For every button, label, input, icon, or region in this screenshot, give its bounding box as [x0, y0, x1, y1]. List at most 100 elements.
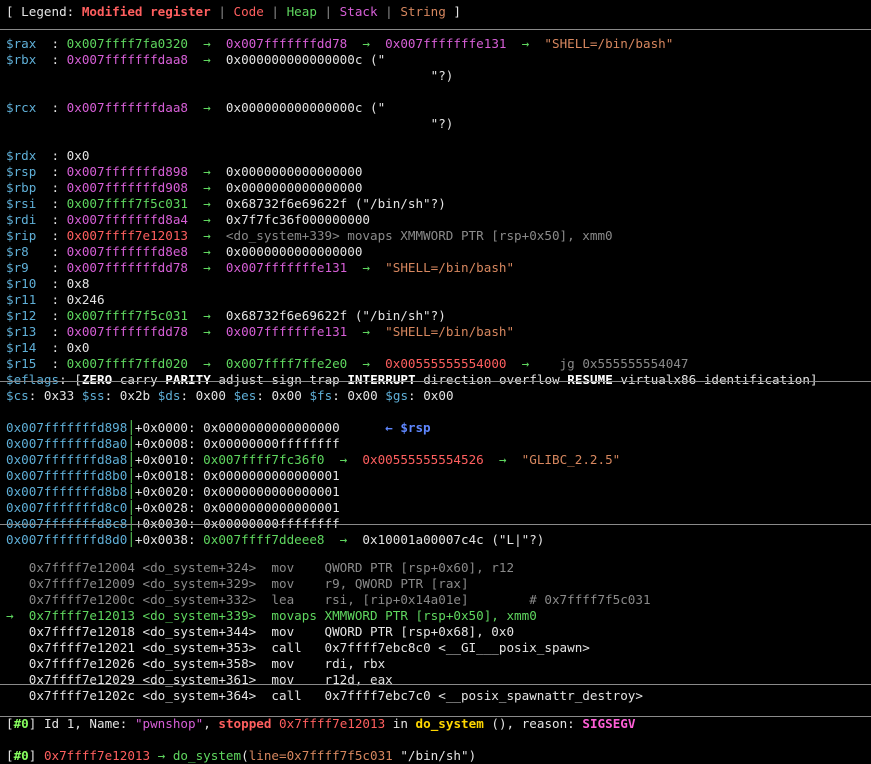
register-name: $rdx — [6, 148, 52, 163]
register-name: $rip — [6, 228, 52, 243]
chain-value: "GLIBC_2.2.5" — [521, 452, 621, 467]
stack-row: 0x007fffffffd8b8│+0x0020: 0x000000000000… — [6, 484, 871, 500]
instruction-mnemonic: lea — [271, 592, 325, 607]
stack-divider: │ — [127, 468, 135, 483]
arrow-icon: → — [347, 324, 386, 339]
gutter — [6, 688, 29, 703]
segment-name: $es — [233, 388, 257, 403]
stack-address: 0x007fffffffd8b0 — [6, 468, 128, 483]
stack-offset: +0x0000 — [134, 420, 188, 435]
register-r8: $r8 : 0x007fffffffd8e8 → 0x0000000000000… — [6, 244, 871, 260]
register-rax: $rax : 0x007ffff7fa0320 → 0x007fffffffdd… — [6, 36, 871, 52]
instruction-operands: rdi, rbx — [324, 656, 386, 671]
chain-value: "SHELL=/bin/bash" — [544, 36, 674, 51]
arrow-icon: → — [188, 324, 226, 339]
instruction-address: 0x7ffff7e1202c — [28, 688, 135, 703]
chain-value: 0x007ffff7fa0320 — [66, 36, 188, 51]
segment-value: 0x33 — [43, 388, 75, 403]
punct: : — [188, 452, 204, 467]
register-r13: $r13 : 0x007fffffffdd78 → 0x007fffffffe1… — [6, 324, 871, 340]
register-name: $rbx — [6, 52, 52, 67]
register-name: $r15 — [6, 356, 52, 371]
register-name: $r14 — [6, 340, 52, 355]
register-name: $rsi — [6, 196, 52, 211]
eflags-label: $eflags — [6, 372, 60, 387]
threads-line: [#0] Id 1, Name: "pwnshop", stopped 0x7f… — [6, 716, 636, 731]
segment-value: 0x00 — [347, 388, 378, 403]
punct: : — [188, 484, 204, 499]
punct: : — [256, 388, 272, 403]
gutter — [6, 560, 29, 575]
separator: : — [51, 324, 67, 339]
legend-line: [ Legend: Modified register | Code | Hea… — [6, 4, 462, 19]
gutter — [6, 640, 29, 655]
chain-value: 0x0000000000000000 — [203, 420, 340, 435]
gdb-terminal: [ Legend: Modified register | Code | Hea… — [0, 0, 871, 764]
punct: : — [188, 532, 204, 547]
thread-name: "pwnshop" — [134, 716, 204, 731]
section-divider — [0, 716, 871, 717]
segment-value: 0x2b — [119, 388, 151, 403]
register-name: $r10 — [6, 276, 52, 291]
chain-value: 0x007fffffffd908 — [66, 180, 188, 195]
stack-address: 0x007fffffffd8a8 — [6, 452, 128, 467]
register-rdx: $rdx : 0x0 — [6, 148, 871, 164]
instruction-symbol: <do_system+364> — [142, 688, 264, 703]
chain-value: 0x000000000000000c (" — [225, 52, 386, 67]
stack-offset: +0x0010 — [134, 452, 188, 467]
register-name: $rax — [6, 36, 52, 51]
instruction-row: 0x7ffff7e1202c <do_system+364> call 0x7f… — [6, 688, 871, 704]
register-r11: $r11 : 0x246 — [6, 292, 871, 308]
chain-value: 0x10001a00007c4c ("L|"?) — [362, 532, 545, 547]
code-section: 0x7ffff7e12004 <do_system+324> mov QWORD… — [6, 560, 871, 704]
thread-state: stopped — [218, 716, 272, 731]
stack-row: 0x007fffffffd8b0│+0x0018: 0x000000000000… — [6, 468, 871, 484]
stack-address: 0x007fffffffd8a0 — [6, 436, 128, 451]
eflag-identification: identification — [703, 372, 810, 387]
trace-function: do_system — [172, 748, 242, 763]
arrow-icon: → — [188, 164, 226, 179]
eflag-trap: trap — [309, 372, 340, 387]
legend-string: String — [400, 4, 446, 19]
punct: : — [28, 388, 44, 403]
register-rip: $rip : 0x007ffff7e12013 → <do_system+339… — [6, 228, 871, 244]
gutter — [6, 576, 29, 591]
register-name: $rbp — [6, 180, 52, 195]
continuation-text: "?) — [430, 68, 454, 83]
eflag-parity: PARITY — [165, 372, 211, 387]
instruction-address: 0x7ffff7e12026 — [28, 656, 135, 671]
register-rbx: $rbx : 0x007fffffffdaa8 → 0x000000000000… — [6, 52, 871, 68]
register-r10: $r10 : 0x8 — [6, 276, 871, 292]
chain-value: 0x007ffff7e12013 — [66, 228, 188, 243]
segment-name: $gs — [385, 388, 409, 403]
instruction-symbol: <do_system+324> — [142, 560, 264, 575]
chain-value: 0x007ffff7ddeee8 — [203, 532, 325, 547]
chain-value: 0x0 — [66, 148, 90, 163]
stack-divider: │ — [127, 452, 135, 467]
chain-value: 0x0000000000000000 — [225, 244, 363, 259]
register-rdi: $rdi : 0x007fffffffd8a4 → 0x7f7fc36f0000… — [6, 212, 871, 228]
eflag-interrupt: INTERRUPT — [347, 372, 416, 387]
thread-function: do_system — [415, 716, 484, 731]
chain-value: 0x000000000000000c (" — [225, 100, 386, 115]
stack-divider: │ — [127, 420, 135, 435]
arrow-icon: → — [188, 356, 226, 371]
register-name: $r9 — [6, 260, 52, 275]
eflag-resume: RESUME — [567, 372, 613, 387]
separator: : — [51, 164, 67, 179]
eflag-overflow: overflow — [499, 372, 560, 387]
stack-offset: +0x0008 — [134, 436, 188, 451]
instruction-mnemonic: movaps — [271, 608, 325, 623]
separator: : — [51, 244, 67, 259]
eflag-zero: ZERO — [81, 372, 113, 387]
segment-value: 0x00 — [195, 388, 226, 403]
chain-value: 0x0000000000000000 — [225, 164, 363, 179]
segment-name: $cs — [6, 388, 29, 403]
